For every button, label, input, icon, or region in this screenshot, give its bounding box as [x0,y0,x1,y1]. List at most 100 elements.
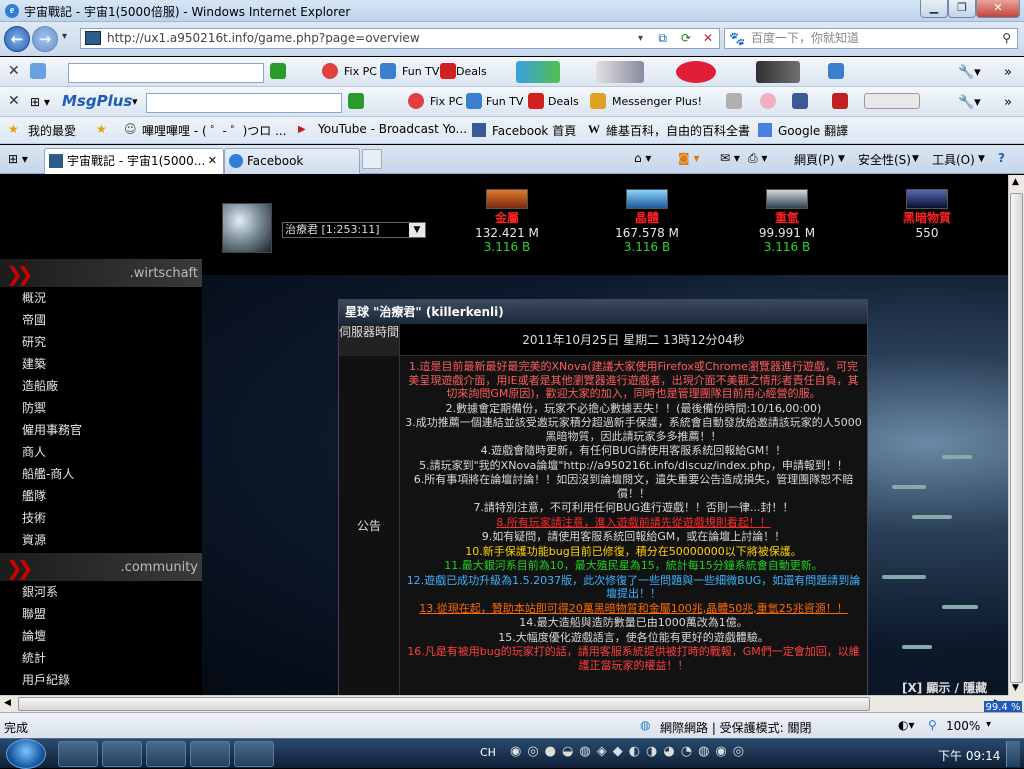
favorites-button[interactable]: 我的最愛 [28,122,76,139]
fav-bilibili[interactable]: 嗶哩嗶哩 - ( ゜- ゜)つロ ... [142,122,287,139]
scroll-down-icon[interactable]: ▼ [1012,683,1019,693]
menu-alliance[interactable]: 聯盟 [22,605,46,622]
feeds-icon[interactable]: ◙ ▾ [678,151,699,165]
security-zone[interactable]: 網際網路 | 受保護模式: 關閉 [660,719,812,736]
toolbar2-close-icon[interactable]: ✕ [8,93,20,109]
menu-research[interactable]: 研究 [22,333,46,350]
safety-menu[interactable]: 安全性(S) [858,151,911,168]
menu-defense[interactable]: 防禦 [22,399,46,416]
youtube-icon[interactable] [832,93,848,109]
planet-select[interactable]: 治療君 [1:253:11] ▼ [282,222,426,238]
fav-wikipedia[interactable]: 維基百科，自由的百科全書 [606,122,750,139]
toolbar2-search-input[interactable] [146,93,342,113]
menu-overview[interactable]: 概況 [22,289,46,306]
toolbar2-deals-link[interactable]: Deals [548,95,579,108]
pop-blocker-icon[interactable]: ◐▾ [898,718,915,732]
tab-active[interactable]: 宇宙戰記 - 宇宙1(5000... ✕ [44,148,224,174]
menu-empire[interactable]: 帝國 [22,311,46,328]
compat-view-icon[interactable]: ⧉ [658,29,667,48]
mail-icon[interactable]: ✉ ▾ [720,151,740,165]
toolbar2-settings-icon[interactable]: 🔧▾ [958,95,981,110]
menu-forum[interactable]: 論壇 [22,627,46,644]
scroll-left-icon[interactable]: ◀ [4,698,11,708]
heart-icon[interactable] [676,61,716,83]
announcement-item[interactable]: 8.所有玩家請注意，進入遊戲前請先從遊戲規則看起！！ [404,516,863,530]
toolbar2-funtv-link[interactable]: Fun TV [486,95,523,108]
msgplus-logo[interactable]: MsgPlus [62,92,132,110]
menu-shipyard[interactable]: 造船廠 [22,377,58,394]
start-button[interactable] [6,739,46,769]
menu-resources[interactable]: 資源 [22,531,46,548]
tab-facebook[interactable]: Facebook [224,148,360,174]
toolbar2-fixpc-link[interactable]: Fix PC [430,95,463,108]
menu-galaxy[interactable]: 銀河系 [22,583,58,600]
scroll-up-icon[interactable]: ▲ [1012,177,1019,187]
toolbar-deals-link[interactable]: Deals [456,65,487,78]
forward-button[interactable]: → [32,26,58,52]
address-dropdown-icon[interactable]: ▾ [638,29,643,48]
menu-user-log[interactable]: 用戶紀錄 [22,671,70,688]
menu-technology[interactable]: 技術 [22,509,46,526]
back-button[interactable]: ← [4,26,30,52]
people-icon[interactable] [516,61,560,83]
zoom-level[interactable]: 100% [946,719,980,733]
menu-officers[interactable]: 僱用事務官 [22,421,82,438]
address-input[interactable]: http://ux1.a950216t.info/game.php?page=o… [80,28,720,49]
help-icon[interactable]: ? [998,151,1005,165]
menu-statistics[interactable]: 統計 [22,649,46,666]
toolbar-fixpc-link[interactable]: Fix PC [344,65,377,78]
toolbar-extra-icon[interactable] [828,63,844,79]
print-icon[interactable]: ⎙ ▾ [748,151,767,166]
search-icon[interactable]: ⚲ [1002,29,1011,48]
media-controls[interactable] [864,93,920,109]
taskbar-media-icon[interactable] [146,741,186,767]
hscrollbar-thumb[interactable] [18,697,870,711]
recent-pages-dropdown[interactable]: ▾ [62,31,67,42]
quick-tabs-icon[interactable]: ⊞ ▾ [8,152,28,166]
show-desktop-button[interactable] [1006,741,1020,767]
announcement-item[interactable]: 5.請玩家到"我的XNova論壇"http://a950216t.info/di… [404,459,863,473]
fav-facebook[interactable]: Facebook 首頁 [492,122,576,139]
toolbar2-add-icon[interactable]: ⊞ ▾ [30,95,50,109]
minimize-button[interactable]: ▁ [920,0,948,18]
toolbar-go-icon[interactable] [270,63,286,79]
toolbar-settings-icon[interactable]: 🔧▾ [958,65,981,80]
new-tab-button[interactable] [362,149,382,169]
show-hide-toggle[interactable]: [X] 顯示 / 隱藏 [902,679,987,695]
tab-close-icon[interactable]: ✕ [208,149,217,173]
close-button[interactable]: ✕ [976,0,1020,18]
gamepad-icon[interactable] [596,61,644,83]
phone-icon[interactable] [756,61,800,83]
toolbar2-messenger-link[interactable]: Messenger Plus! [612,95,702,108]
toolbar2-go-icon[interactable] [348,93,364,109]
planet-image[interactable] [222,203,272,253]
maximize-button[interactable]: ❐ [948,0,976,18]
add-favorite-icon[interactable]: ★ [96,122,107,136]
vertical-scrollbar[interactable]: ▲ ▼ [1008,175,1024,695]
fav-youtube[interactable]: YouTube - Broadcast Yo... [318,122,467,136]
clock[interactable]: 下午 09:14 [938,747,1000,764]
toolbar-more-icon[interactable]: » [1004,65,1012,80]
avatar-icon[interactable] [760,93,776,109]
scrollbar-thumb[interactable] [1010,193,1023,683]
menu-merchant[interactable]: 商人 [22,443,46,460]
taskbar-skype-icon[interactable] [190,741,230,767]
zoom-dropdown-icon[interactable]: ▾ [986,719,991,730]
toolbar2-more-icon[interactable]: » [1004,95,1012,110]
announcement-item[interactable]: 13.從現在起，贊助本站即可得20萬黑暗物質和金屬100兆,晶體50兆,重氫25… [404,602,863,616]
tools-menu[interactable]: 工具(O) [932,151,975,168]
menu-fleet[interactable]: 艦隊 [22,487,46,504]
fav-google-translate[interactable]: Google 翻譯 [778,122,848,139]
language-indicator[interactable]: CH [480,746,496,759]
refresh-icon[interactable]: ⟳ [681,29,691,48]
toolbar-close-icon[interactable]: ✕ [8,63,20,79]
msgplus-dropdown-icon[interactable]: ▾ [132,95,138,108]
menu-ship-merchant[interactable]: 船艦-商人 [22,465,74,482]
stop-icon[interactable]: ✕ [703,29,713,48]
toolbar-funtv-link[interactable]: Fun TV [402,65,439,78]
menu-buildings[interactable]: 建築 [22,355,46,372]
taskbar-explorer-icon[interactable] [102,741,142,767]
gamepad2-icon[interactable] [726,93,742,109]
page-menu[interactable]: 網頁(P) [794,151,835,168]
toolbar-logo-icon[interactable] [30,63,46,79]
